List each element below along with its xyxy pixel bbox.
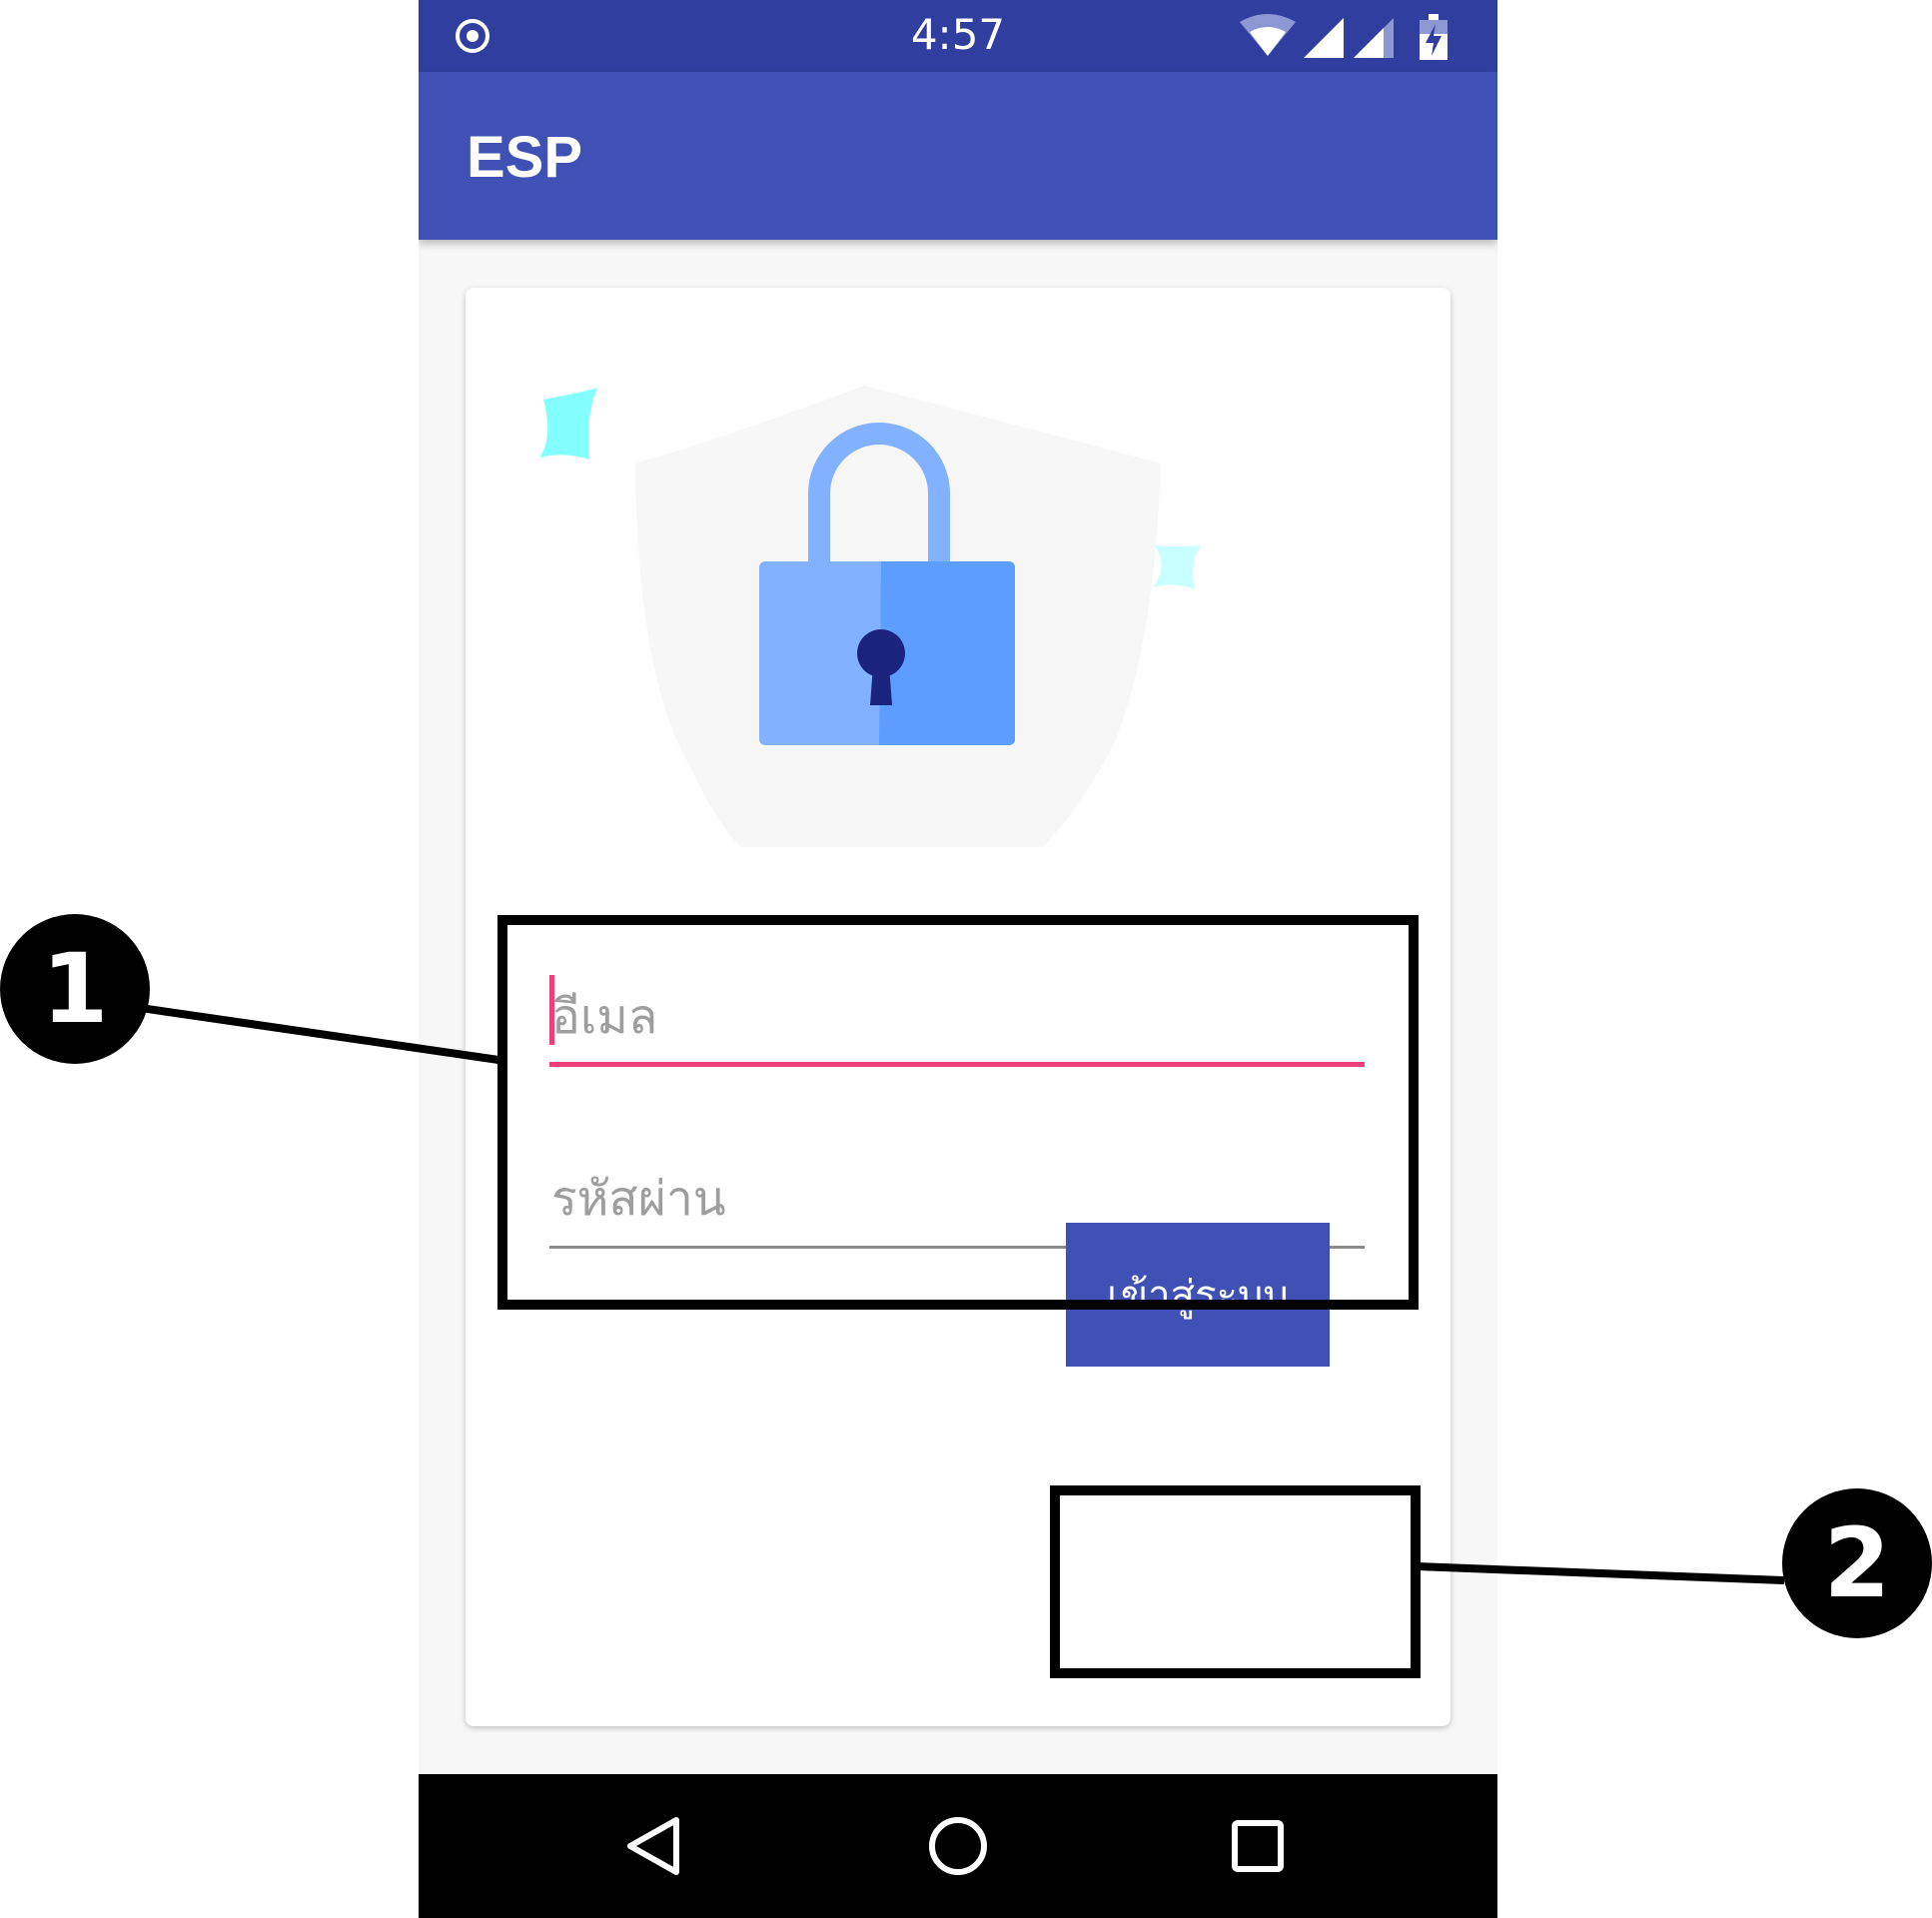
signal-secondary-icon <box>1354 18 1394 58</box>
callout-2: 2 <box>1782 1488 1932 1638</box>
app-bar: ESP <box>419 72 1497 240</box>
signal-icon <box>1304 18 1344 58</box>
app-title: ESP <box>467 125 583 190</box>
navigation-bar <box>419 1774 1497 1918</box>
sparkle-icon <box>1153 545 1201 589</box>
battery-charging-icon <box>1420 14 1448 60</box>
annotation-box-button <box>1050 1485 1421 1678</box>
recents-icon[interactable] <box>1222 1810 1294 1882</box>
status-bar: 4:57 <box>419 0 1497 72</box>
lock-shield-icon <box>539 386 1201 847</box>
wifi-icon <box>1240 14 1296 56</box>
annotation-box-form <box>497 915 1419 1310</box>
system-status-icons <box>1240 14 1448 60</box>
home-icon[interactable] <box>922 1810 994 1882</box>
sparkle-icon <box>539 388 597 460</box>
callout-1: 1 <box>0 914 150 1064</box>
back-icon[interactable] <box>618 1810 690 1882</box>
